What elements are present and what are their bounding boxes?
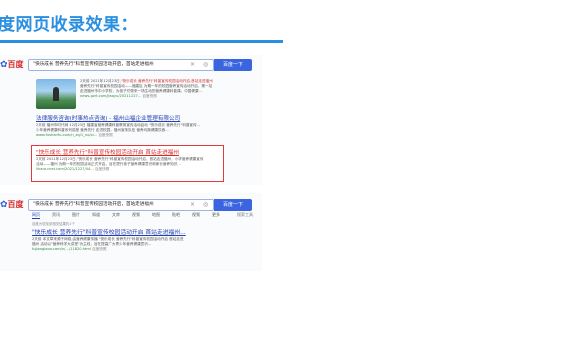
paw-icon: ✿ bbox=[0, 60, 8, 70]
clear-icon[interactable]: × bbox=[190, 199, 195, 211]
baidu-logo: ✿百度 bbox=[0, 59, 24, 71]
result-1-snippet: 2天前 2021年12月23日,"快乐成长 营养先行"科普宣传校园活动开启,首站… bbox=[80, 79, 220, 99]
slide: 度网页收录效果： ✿百度 "快乐成长 营养先行"科普宣传校园活动开启，首站走进福… bbox=[0, 0, 570, 360]
result-4-title[interactable]: "快乐成长 营养先行"科普宣传校园活动开启 首站走进福州... bbox=[32, 229, 242, 237]
res1-cache[interactable]: 百度快照 bbox=[142, 94, 156, 98]
tab-video-2[interactable]: 视频 bbox=[192, 211, 200, 218]
tab-news[interactable]: 资讯 bbox=[52, 211, 60, 218]
res1-url[interactable]: news.gzrt.com/jiaoyu/20211227... bbox=[80, 94, 141, 98]
tab-map[interactable]: 地图 bbox=[152, 211, 160, 218]
search-input[interactable]: "快乐成长 营养先行"科普宣传校园活动开启，首站走进福州 bbox=[28, 199, 214, 211]
result-3-url[interactable]: liharo.cnet.com/2021/1227/04... bbox=[36, 167, 94, 171]
tab-web[interactable]: 网页 bbox=[32, 211, 40, 219]
res1-pre: 2天前 bbox=[80, 79, 90, 83]
search-button[interactable]: 百度一下 bbox=[214, 59, 252, 71]
result-stats: 百度为您找到相关结果约1个 bbox=[32, 222, 75, 226]
tab-video[interactable]: 视频 bbox=[132, 211, 140, 218]
result-2: 法律服务咨询(时事热点咨询) - 福州山福企业管理有限公司 2天前 福州市时代网… bbox=[36, 115, 236, 138]
tab-more[interactable]: 更多 bbox=[212, 211, 220, 218]
result-2-title[interactable]: 法律服务咨询(时事热点咨询) - 福州山福企业管理有限公司 bbox=[36, 115, 236, 123]
highlighted-result: "快乐成长 营养先行"科普宣传校园活动开启 首站走进福州 2天前 2021年12… bbox=[31, 145, 224, 182]
result-4-cache[interactable]: 百度快照 bbox=[92, 247, 106, 251]
result-3-cache[interactable]: 百度快照 bbox=[95, 167, 109, 171]
camera-icon[interactable]: ◎ bbox=[203, 199, 208, 211]
logo-text: 百度 bbox=[7, 200, 24, 209]
result-4: "快乐成长 营养先行"科普宣传校园活动开启 首站走进福州... 2天前 本文章来… bbox=[32, 229, 242, 252]
tab-zhidao[interactable]: 知道 bbox=[92, 211, 100, 218]
tab-wenku[interactable]: 文库 bbox=[112, 211, 120, 218]
search-bar-row: ✿百度 "快乐成长 营养先行"科普宣传校园活动开启，首站走进福州 × ◎ 百度一… bbox=[0, 199, 262, 211]
paw-icon: ✿ bbox=[0, 200, 8, 210]
logo-text: 百度 bbox=[7, 60, 24, 69]
result-thumbnail[interactable] bbox=[36, 79, 76, 109]
search-tools[interactable]: 搜索工具 bbox=[237, 211, 253, 218]
search-input[interactable]: "快乐成长 营养先行"科普宣传校园活动开启，首站走进福州 bbox=[28, 59, 214, 71]
search-screenshot-1: ✿百度 "快乐成长 营养先行"科普宣传校园活动开启，首站走进福州 × ◎ 百度一… bbox=[0, 55, 262, 185]
tab-images[interactable]: 图片 bbox=[72, 211, 80, 218]
res1-highlight: "快乐成长 营养先行"科普宣传校园活动开启,首站走进福州 bbox=[120, 79, 213, 83]
result-2-url[interactable]: www.fushanfu.com/n_zq/1_no/xi... bbox=[36, 133, 97, 137]
camera-icon[interactable]: ◎ bbox=[203, 59, 208, 71]
slide-title: 度网页收录效果： bbox=[0, 15, 138, 35]
tab-tieba[interactable]: 贴吧 bbox=[172, 211, 180, 218]
result-4-url[interactable]: fujianglaoo.com/n/…/11820.html bbox=[32, 247, 91, 251]
result-3-title[interactable]: "快乐成长 营养先行"科普宣传校园活动开启 首站走进福州 bbox=[36, 149, 220, 157]
search-screenshot-2: ✿百度 "快乐成长 营养先行"科普宣传校园活动开启，首站走进福州 × ◎ 百度一… bbox=[0, 193, 262, 271]
clear-icon[interactable]: × bbox=[190, 59, 195, 71]
baidu-logo: ✿百度 bbox=[0, 199, 24, 211]
speaker-figure bbox=[53, 87, 59, 101]
result-2-cache[interactable]: 百度快照 bbox=[98, 133, 112, 137]
search-button[interactable]: 百度一下 bbox=[214, 199, 252, 211]
title-underline bbox=[0, 40, 283, 43]
search-tabs: 网页 资讯 图片 知道 文库 视频 地图 贴吧 视频 更多 搜索工具 bbox=[32, 211, 257, 219]
search-bar-row: ✿百度 "快乐成长 营养先行"科普宣传校园活动开启，首站走进福州 × ◎ 百度一… bbox=[0, 59, 262, 71]
res1-date: 2021年12月23日, bbox=[90, 79, 121, 83]
